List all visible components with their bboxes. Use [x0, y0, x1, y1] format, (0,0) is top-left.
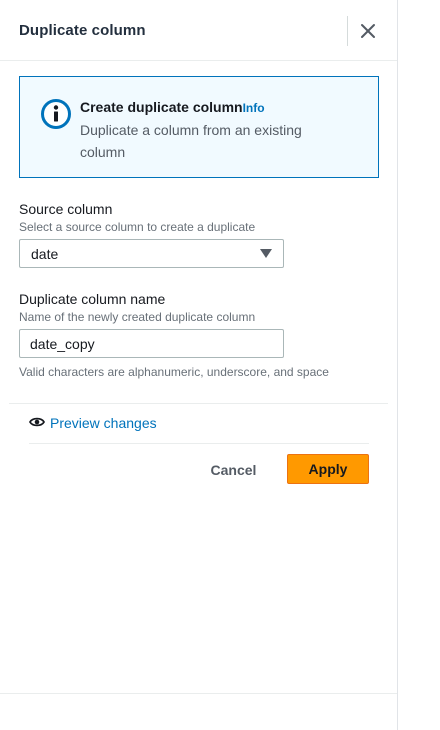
- duplicate-name-input[interactable]: [19, 329, 284, 358]
- info-description: Duplicate a column from an existing colu…: [80, 122, 302, 160]
- header-divider: [347, 16, 348, 46]
- close-icon: [361, 24, 375, 38]
- info-link[interactable]: Info: [243, 101, 265, 115]
- footer-divider: [0, 693, 397, 694]
- panel-header: Duplicate column: [0, 0, 397, 61]
- caret-down-icon: [260, 249, 272, 258]
- duplicate-name-label: Duplicate column name: [19, 291, 166, 307]
- preview-changes-label: Preview changes: [50, 415, 157, 431]
- close-button[interactable]: [358, 21, 378, 41]
- source-column-description: Select a source column to create a dupli…: [19, 220, 256, 234]
- panel-title: Duplicate column: [19, 22, 146, 39]
- source-column-label: Source column: [19, 201, 113, 217]
- preview-divider: [29, 443, 369, 444]
- duplicate-name-description: Name of the newly created duplicate colu…: [19, 310, 256, 324]
- apply-button[interactable]: Apply: [287, 454, 369, 484]
- cancel-button[interactable]: Cancel: [200, 455, 267, 484]
- info-title: Create duplicate columnInfo: [80, 99, 265, 115]
- info-circle-icon: [41, 99, 71, 129]
- info-alert: Create duplicate columnInfo Duplicate a …: [19, 76, 379, 178]
- info-title-text: Create duplicate column: [80, 99, 243, 115]
- source-column-select[interactable]: date: [19, 239, 284, 268]
- duplicate-column-panel: Duplicate column Create duplicate column…: [0, 0, 398, 730]
- duplicate-name-hint: Valid characters are alphanumeric, under…: [19, 365, 329, 379]
- section-divider: [9, 403, 388, 404]
- eye-icon: [29, 417, 45, 427]
- source-column-selected-value: date: [31, 246, 59, 262]
